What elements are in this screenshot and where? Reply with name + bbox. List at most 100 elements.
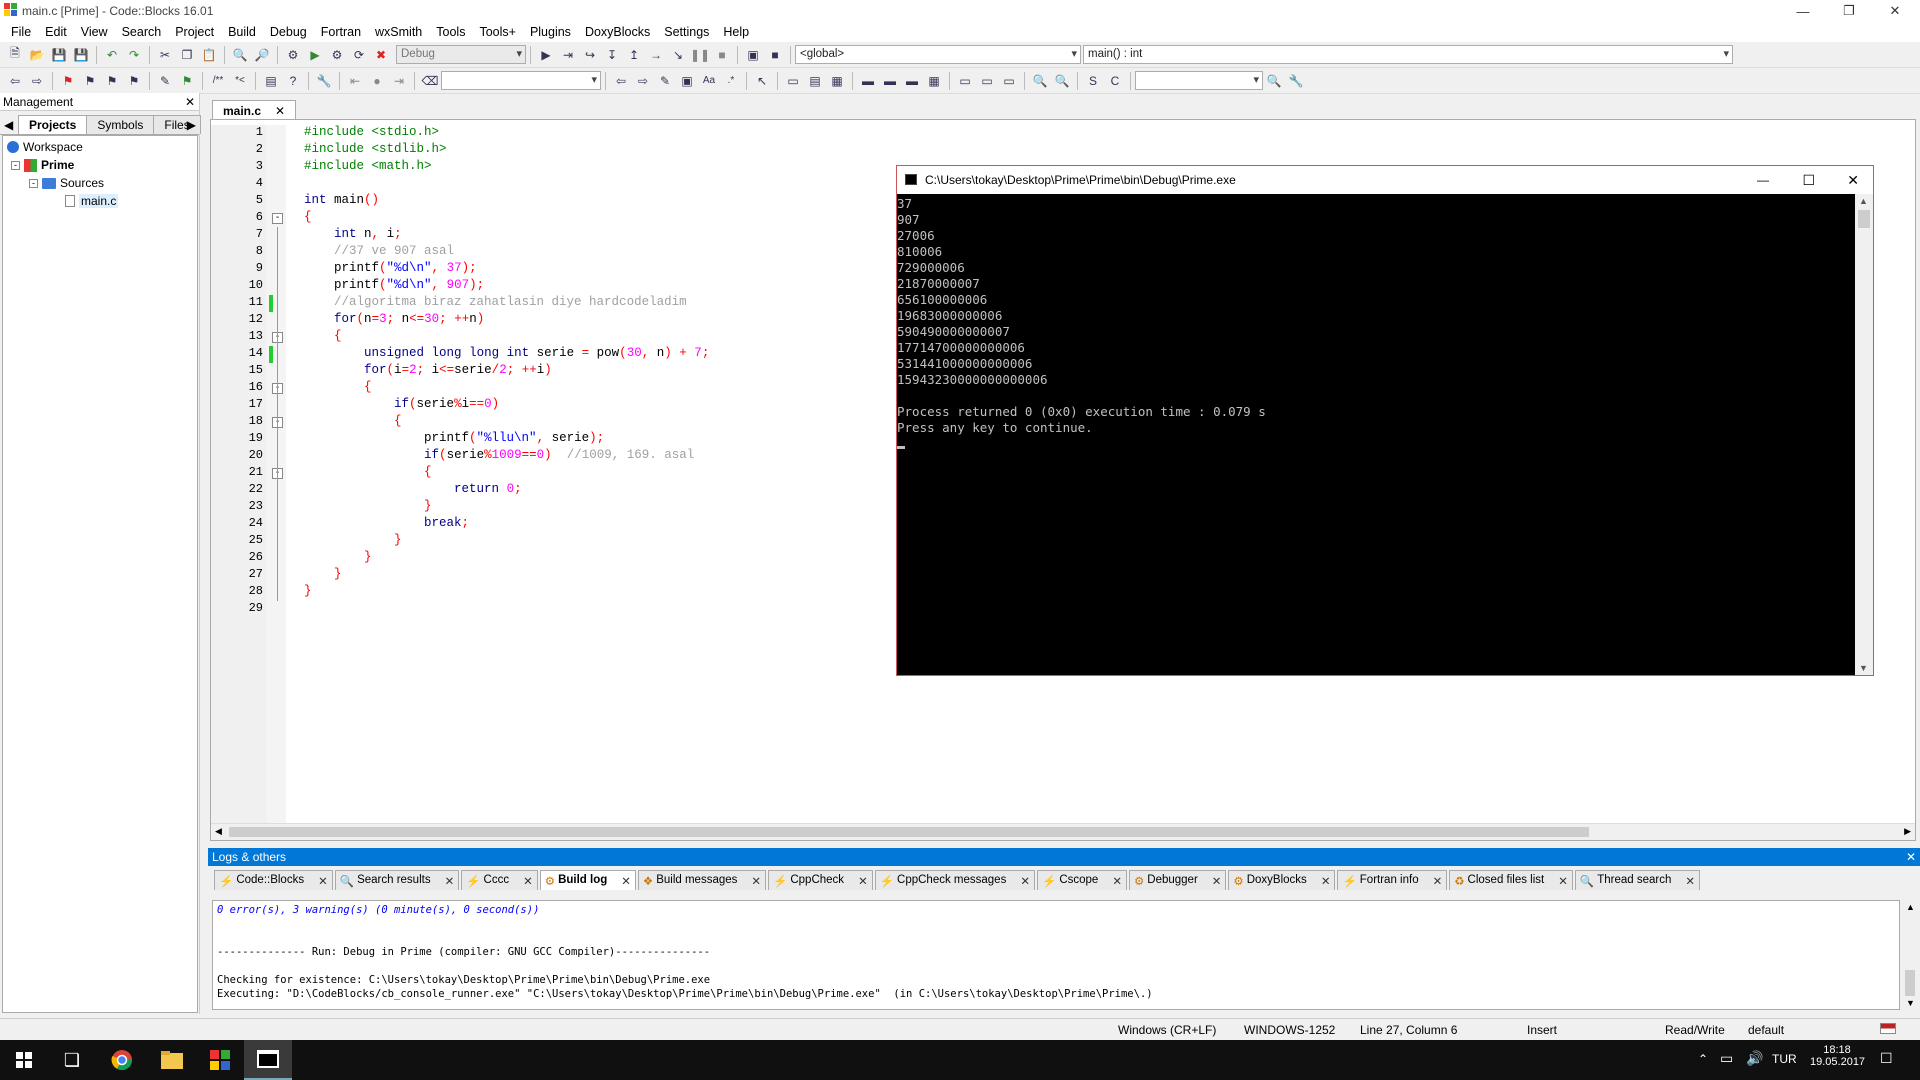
- codeblocks-taskbar-icon[interactable]: [196, 1040, 244, 1080]
- pause-icon[interactable]: ❚❚: [690, 45, 710, 65]
- bookmark-next-icon[interactable]: ⚑: [102, 71, 122, 91]
- wx-box-icon[interactable]: ▭: [999, 71, 1019, 91]
- step-out-icon[interactable]: ↥: [624, 45, 644, 65]
- paste-icon[interactable]: 📋: [199, 45, 219, 65]
- wx-grid-icon[interactable]: ▦: [924, 71, 944, 91]
- bookmark-clear-icon[interactable]: ⚑: [124, 71, 144, 91]
- notifications-icon[interactable]: ☐: [1880, 1050, 1893, 1067]
- tab-left-arrow-icon[interactable]: ◀: [4, 118, 13, 132]
- next-line-icon[interactable]: ↪: [580, 45, 600, 65]
- menu-view[interactable]: View: [74, 22, 115, 42]
- code-line[interactable]: {: [304, 329, 342, 343]
- svn-icon[interactable]: S: [1083, 71, 1103, 91]
- task-view-icon[interactable]: ❏: [48, 1040, 96, 1080]
- close-icon[interactable]: ✕: [523, 874, 533, 888]
- run-search-icon[interactable]: ⚑: [177, 71, 197, 91]
- scroll-thumb[interactable]: [1858, 210, 1870, 228]
- close-icon[interactable]: ✕: [1321, 874, 1331, 888]
- scroll-down-icon[interactable]: ▼: [1859, 663, 1868, 673]
- forward-icon[interactable]: ⇨: [27, 71, 47, 91]
- copy-icon[interactable]: ❐: [177, 45, 197, 65]
- code-line[interactable]: //37 ve 907 asal: [304, 244, 454, 258]
- menu-project[interactable]: Project: [168, 22, 221, 42]
- code-line[interactable]: int n, i;: [304, 227, 402, 241]
- code-line[interactable]: {: [304, 465, 432, 479]
- wx-panel-icon[interactable]: ▭: [783, 71, 803, 91]
- close-icon[interactable]: ✕: [1112, 874, 1122, 888]
- tree-workspace[interactable]: Workspace: [7, 138, 83, 156]
- language-indicator[interactable]: TUR: [1772, 1052, 1797, 1066]
- menu-settings[interactable]: Settings: [657, 22, 716, 42]
- code-line[interactable]: {: [304, 210, 312, 224]
- code-line[interactable]: }: [304, 550, 372, 564]
- close-icon[interactable]: ✕: [1558, 874, 1568, 888]
- wrench-icon[interactable]: 🔧: [314, 71, 334, 91]
- code-line[interactable]: for(n=3; n<=30; ++n): [304, 312, 484, 326]
- cut-icon[interactable]: ✂: [155, 45, 175, 65]
- tab-right-arrow-icon[interactable]: ▶: [187, 118, 196, 132]
- log-tab-thread-search[interactable]: 🔍 Thread search ✕: [1574, 870, 1701, 890]
- code-line[interactable]: {: [304, 414, 402, 428]
- code-line[interactable]: printf("%llu\n", serie);: [304, 431, 604, 445]
- scope-select[interactable]: <global>: [795, 45, 1081, 64]
- function-select[interactable]: main() : int: [1083, 45, 1733, 64]
- menu-file[interactable]: File: [4, 22, 38, 42]
- pointer-icon[interactable]: ↖: [752, 71, 772, 91]
- bookmark-prev-icon[interactable]: ⚑: [80, 71, 100, 91]
- menu-doxyblocks[interactable]: DoxyBlocks: [578, 22, 657, 42]
- scroll-left-icon[interactable]: ◀: [215, 826, 222, 837]
- code-line[interactable]: }: [304, 499, 432, 513]
- abort-icon[interactable]: ✖: [371, 45, 391, 65]
- comment-block-icon[interactable]: /**: [208, 71, 228, 91]
- tab-projects[interactable]: Projects: [18, 115, 88, 134]
- close-icon[interactable]: ✕: [1685, 874, 1695, 888]
- match-case-icon[interactable]: Aa: [699, 71, 719, 91]
- close-icon[interactable]: ✕: [621, 874, 631, 888]
- zoom-out-icon[interactable]: 🔍: [1052, 71, 1072, 91]
- menu-debug[interactable]: Debug: [263, 22, 314, 42]
- comment-line-icon[interactable]: *<: [230, 71, 250, 91]
- code-line[interactable]: int main(): [304, 193, 379, 207]
- tree-folder-sources[interactable]: - Sources: [29, 174, 104, 192]
- volume-icon[interactable]: 🔊: [1746, 1050, 1763, 1067]
- horizontal-scrollbar[interactable]: ◀ ▶: [211, 823, 1915, 840]
- search-forward-icon[interactable]: ⇨: [633, 71, 653, 91]
- refresh-icon[interactable]: C: [1105, 71, 1125, 91]
- log-tab-cppcheck-messages[interactable]: ⚡ CppCheck messages ✕: [874, 870, 1035, 890]
- highlight-all-icon[interactable]: ✎: [655, 71, 675, 91]
- code-line[interactable]: {: [304, 380, 372, 394]
- doxy-wizard-icon[interactable]: ▤: [261, 71, 281, 91]
- build-icon[interactable]: ⚙: [283, 45, 303, 65]
- menu-edit[interactable]: Edit: [38, 22, 74, 42]
- undo-icon[interactable]: ↶: [102, 45, 122, 65]
- menu-tools-plus[interactable]: Tools+: [472, 22, 522, 42]
- code-line[interactable]: if(serie%1009==0) //1009, 169. asal: [304, 448, 694, 462]
- code-line[interactable]: printf("%d\n", 37);: [304, 261, 477, 275]
- close-icon[interactable]: ✕: [1872, 0, 1918, 22]
- collapse-icon[interactable]: -: [29, 178, 38, 188]
- regex-icon[interactable]: .*: [721, 71, 741, 91]
- code-line[interactable]: printf("%d\n", 907);: [304, 278, 484, 292]
- console-scrollbar[interactable]: ▲ ▼: [1855, 194, 1873, 675]
- maximize-icon[interactable]: ☐: [1802, 166, 1815, 194]
- close-icon[interactable]: ✕: [1433, 874, 1443, 888]
- code-line[interactable]: return 0;: [304, 482, 522, 496]
- windows-start-icon[interactable]: [0, 1040, 48, 1080]
- maximize-icon[interactable]: ❐: [1826, 0, 1872, 22]
- incremental-search-input[interactable]: [441, 71, 601, 90]
- redo-icon[interactable]: ↷: [124, 45, 144, 65]
- wx-frame-icon[interactable]: ▤: [805, 71, 825, 91]
- code-line[interactable]: }: [304, 533, 402, 547]
- tab-symbols[interactable]: Symbols: [86, 115, 155, 134]
- code-line[interactable]: break;: [304, 516, 469, 530]
- selected-text-icon[interactable]: ▣: [677, 71, 697, 91]
- new-file-icon[interactable]: 🗎: [5, 45, 25, 65]
- search-back-icon[interactable]: ⇦: [611, 71, 631, 91]
- code-line[interactable]: #include <stdlib.h>: [304, 142, 447, 156]
- close-icon[interactable]: ✕: [185, 93, 195, 111]
- rebuild-icon[interactable]: ⟳: [349, 45, 369, 65]
- doxy-help-icon[interactable]: ?: [283, 71, 303, 91]
- menu-fortran[interactable]: Fortran: [314, 22, 368, 42]
- incremental-search-icon[interactable]: ⌫: [420, 71, 440, 91]
- code-line[interactable]: #include <stdio.h>: [304, 125, 439, 139]
